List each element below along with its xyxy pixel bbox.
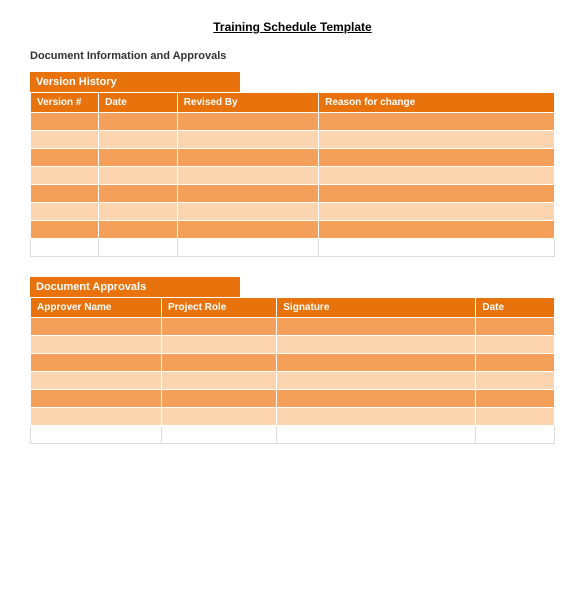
version-history-column-headers: Version # Date Revised By Reason for cha… <box>31 93 555 113</box>
cell <box>99 113 178 131</box>
cell <box>162 372 277 390</box>
document-approvals-section: Document Approvals Approver Name Project… <box>30 277 555 444</box>
cell <box>31 149 99 167</box>
cell <box>177 167 318 185</box>
table-row <box>31 185 555 203</box>
cell <box>177 149 318 167</box>
cell <box>177 221 318 239</box>
cell <box>162 336 277 354</box>
vh-col-date: Date <box>99 93 178 113</box>
cell <box>277 354 476 372</box>
version-history-table: Version # Date Revised By Reason for cha… <box>30 92 555 257</box>
cell <box>476 336 555 354</box>
cell <box>31 372 162 390</box>
cell <box>476 354 555 372</box>
cell <box>162 354 277 372</box>
spacer-row <box>31 239 555 257</box>
cell <box>31 354 162 372</box>
cell <box>319 131 555 149</box>
approvals-column-headers: Approver Name Project Role Signature Dat… <box>31 298 555 318</box>
doc-section-label: Document Information and Approvals <box>30 50 555 62</box>
ap-col-name: Approver Name <box>31 298 162 318</box>
table-row <box>31 113 555 131</box>
page-title: Training Schedule Template <box>30 20 555 34</box>
cell <box>31 239 99 257</box>
ap-col-date: Date <box>476 298 555 318</box>
ap-col-role: Project Role <box>162 298 277 318</box>
cell <box>177 185 318 203</box>
cell <box>277 408 476 426</box>
ap-col-signature: Signature <box>277 298 476 318</box>
table-row <box>31 408 555 426</box>
cell <box>31 185 99 203</box>
cell <box>277 372 476 390</box>
cell <box>319 149 555 167</box>
cell <box>162 390 277 408</box>
cell <box>319 239 555 257</box>
table-row <box>31 336 555 354</box>
cell <box>99 221 178 239</box>
table-row <box>31 167 555 185</box>
cell <box>177 113 318 131</box>
cell <box>177 239 318 257</box>
vh-col-reason: Reason for change <box>319 93 555 113</box>
cell <box>319 167 555 185</box>
cell <box>319 221 555 239</box>
cell <box>162 426 277 444</box>
cell <box>31 131 99 149</box>
cell <box>277 390 476 408</box>
cell <box>162 318 277 336</box>
cell <box>177 203 318 221</box>
cell <box>99 149 178 167</box>
cell <box>31 167 99 185</box>
cell <box>319 185 555 203</box>
table-row <box>31 149 555 167</box>
document-approvals-header: Document Approvals <box>30 277 240 297</box>
cell <box>277 336 476 354</box>
cell <box>177 131 318 149</box>
table-row <box>31 131 555 149</box>
cell <box>476 390 555 408</box>
cell <box>31 426 162 444</box>
cell <box>99 131 178 149</box>
cell <box>31 408 162 426</box>
table-row <box>31 318 555 336</box>
cell <box>31 390 162 408</box>
table-row <box>31 203 555 221</box>
cell <box>476 372 555 390</box>
cell <box>319 113 555 131</box>
cell <box>99 239 178 257</box>
cell <box>277 426 476 444</box>
document-approvals-table: Approver Name Project Role Signature Dat… <box>30 297 555 444</box>
table-row <box>31 221 555 239</box>
version-history-header: Version History <box>30 72 240 92</box>
cell <box>99 185 178 203</box>
table-row <box>31 372 555 390</box>
cell <box>31 221 99 239</box>
cell <box>31 318 162 336</box>
vh-col-revised: Revised By <box>177 93 318 113</box>
cell <box>476 426 555 444</box>
cell <box>319 203 555 221</box>
cell <box>476 408 555 426</box>
vh-col-version: Version # <box>31 93 99 113</box>
table-row <box>31 390 555 408</box>
spacer-row <box>31 426 555 444</box>
version-history-section: Version History Version # Date Revised B… <box>30 72 555 257</box>
cell <box>476 318 555 336</box>
cell <box>31 336 162 354</box>
cell <box>277 318 476 336</box>
cell <box>31 203 99 221</box>
cell <box>162 408 277 426</box>
cell <box>99 203 178 221</box>
cell <box>31 113 99 131</box>
cell <box>99 167 178 185</box>
table-row <box>31 354 555 372</box>
